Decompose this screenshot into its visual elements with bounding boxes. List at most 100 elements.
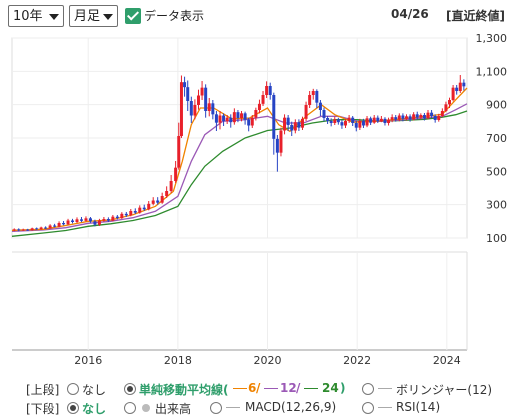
toolbar: 10年 月足 データ表示 04/26 [直近終値] [0, 0, 511, 34]
candle-body [174, 167, 178, 181]
sma-24-line [11, 110, 468, 237]
lower-macd-radio[interactable] [210, 402, 222, 414]
candle [200, 81, 204, 100]
upper-sma-label[interactable]: 単純移動平均線( [139, 381, 229, 398]
candle-body [66, 220, 70, 225]
candle-body [229, 117, 233, 123]
candle [75, 217, 79, 223]
candle-body [415, 114, 419, 118]
candle [179, 75, 183, 138]
candle [462, 79, 466, 91]
sma-12-line [11, 103, 468, 232]
candle-body [440, 111, 444, 116]
candle-body [106, 219, 110, 221]
candle-body [272, 95, 276, 139]
price-chart[interactable]: 1,3001,100900700500300100 2016 2018 2020 20… [0, 34, 511, 374]
candle [147, 201, 151, 211]
candle [336, 117, 340, 125]
candle-body [376, 117, 380, 122]
candle-body [193, 105, 197, 116]
candle [214, 111, 218, 131]
candle-body [387, 119, 391, 123]
candle-body [404, 116, 408, 119]
candle [120, 212, 124, 219]
candle-body [214, 114, 218, 123]
candle-body [279, 130, 283, 153]
candle-body [297, 122, 301, 128]
candle [293, 119, 297, 134]
candle-body [290, 125, 294, 131]
candle-body [151, 200, 155, 204]
candle-body [39, 227, 43, 230]
candle-body [268, 86, 272, 95]
candle-body [204, 87, 208, 111]
y-tick-label: 900 [486, 99, 507, 112]
data-display-label[interactable]: データ表示 [144, 7, 204, 24]
lower-rsi-radio[interactable] [362, 402, 374, 414]
candle-body [160, 196, 164, 203]
upper-bollinger-radio[interactable] [362, 383, 374, 395]
macd-line-sample [226, 407, 240, 408]
candle-body [225, 117, 229, 121]
candle-body [196, 95, 200, 105]
data-display-checkbox[interactable] [125, 8, 141, 24]
upper-sma-radio[interactable] [124, 383, 136, 395]
candle-body [57, 223, 61, 227]
lower-indicator-options: [下段] なし 出来高 MACD(12,26,9) RSI(14) [0, 400, 511, 418]
candle-body [222, 115, 226, 121]
lower-rsi-label[interactable]: RSI(14) [396, 400, 440, 414]
candle-body [358, 121, 362, 128]
candle [169, 175, 173, 193]
upper-section-label: [上段] [26, 383, 60, 397]
candle [351, 116, 355, 126]
candle-body [17, 229, 21, 231]
candle [283, 114, 287, 135]
candle-body [111, 216, 115, 221]
sma-24-line-sample [304, 388, 318, 389]
range-select[interactable]: 10年 [8, 5, 64, 27]
upper-bollinger-label[interactable]: ボリンジャー(12) [396, 381, 492, 398]
candle-body [138, 207, 142, 213]
candlesticks [12, 75, 466, 232]
candle-body [408, 116, 412, 120]
candle [211, 100, 215, 120]
candle [138, 205, 142, 214]
candle-body [455, 87, 459, 91]
y-tick-label: 700 [486, 132, 507, 145]
price-basis-label: [直近終値] [446, 9, 505, 23]
candle-body [308, 95, 312, 105]
upper-none-label[interactable]: なし [82, 381, 106, 398]
period-select[interactable]: 月足 [69, 5, 118, 27]
candle-body [120, 213, 124, 218]
sma-12-line-sample [264, 388, 278, 389]
candle [369, 116, 373, 125]
candle-body [200, 87, 204, 96]
upper-none-radio[interactable] [67, 383, 79, 395]
candle-body [394, 117, 398, 120]
candle-body [422, 115, 426, 119]
lower-none-radio[interactable] [67, 402, 79, 414]
lower-volume-radio[interactable] [124, 402, 136, 414]
lower-section-label: [下段] [26, 402, 60, 416]
candle-body [71, 220, 75, 222]
candle-body [93, 221, 97, 225]
y-tick-label: 1,100 [476, 65, 508, 78]
candle [458, 75, 462, 93]
sma-separator: / [296, 381, 301, 395]
candle [261, 91, 265, 106]
candle-body [236, 112, 240, 118]
candle-body [412, 114, 416, 120]
upper-sma-end: ) [340, 381, 346, 395]
candle-body [369, 118, 373, 123]
candle [412, 112, 416, 121]
candle-body [315, 91, 319, 103]
lower-macd-label[interactable]: MACD(12,26,9) [245, 400, 336, 414]
candle [48, 224, 52, 229]
candle-body [322, 110, 326, 118]
lower-none-label[interactable]: なし [82, 400, 106, 417]
chart-grid [11, 37, 468, 351]
candle [451, 85, 455, 102]
lower-volume-label[interactable]: 出来高 [155, 400, 191, 417]
candle-body [21, 229, 25, 231]
candle-body [430, 112, 434, 116]
